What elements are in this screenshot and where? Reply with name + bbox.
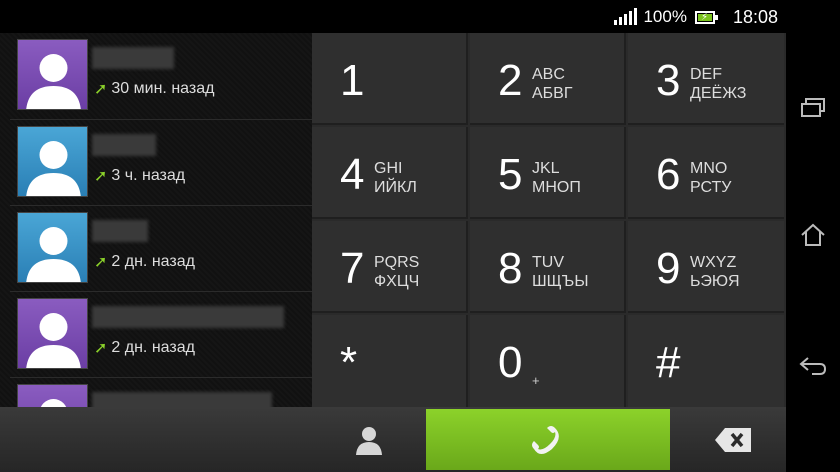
key-hash[interactable]: # <box>628 315 784 407</box>
status-bar: 100% ⚡ 18:08 <box>0 0 786 33</box>
key-letters: PQRS ФХЦЧ <box>374 254 420 290</box>
key-letters: TUV ШЩЪЫ <box>532 254 589 290</box>
default-contact-icon <box>40 399 67 407</box>
key-9[interactable]: 9 WXYZ ЬЭЮЯ <box>628 221 784 313</box>
key-plus: + <box>532 373 540 388</box>
key-0[interactable]: 0 + <box>470 315 626 407</box>
call-time: 3 ч. назад <box>111 167 186 184</box>
call-time: 2 дн. назад <box>111 253 195 270</box>
key-2[interactable]: 2 ABC АБВГ <box>470 33 626 125</box>
default-contact-icon <box>26 227 81 282</box>
contact-name-redacted <box>92 306 284 328</box>
call-log-item[interactable]: ➚ 3 ч. назад <box>10 119 312 205</box>
key-1[interactable]: 1 <box>312 33 468 125</box>
avatar <box>17 126 88 197</box>
call-log-item[interactable] <box>10 377 312 407</box>
call-time: 2 дн. назад <box>111 339 195 356</box>
bottom-action-bar <box>0 407 786 472</box>
call-log-list[interactable]: ➚ 30 мин. назад ➚ 3 ч. назад ➚ 2 дн. наз… <box>0 33 312 407</box>
key-4[interactable]: 4 GHI ИЙКЛ <box>312 127 468 219</box>
call-info: ➚ 3 ч. назад <box>94 166 185 186</box>
call-log-item[interactable]: ➚ 30 мин. назад <box>10 33 312 119</box>
key-letters: JKL МНОП <box>532 160 581 196</box>
avatar <box>17 212 88 283</box>
key-8[interactable]: 8 TUV ШЩЪЫ <box>470 221 626 313</box>
backspace-button[interactable] <box>680 407 786 472</box>
key-star[interactable]: * <box>312 315 468 407</box>
contact-name-redacted <box>92 392 272 407</box>
default-contact-icon <box>26 54 81 109</box>
navigation-bar <box>786 0 840 472</box>
back-icon <box>799 357 827 375</box>
call-info: ➚ 30 мин. назад <box>94 79 214 99</box>
key-3[interactable]: 3 DEF ДЕЁЖЗ <box>628 33 784 125</box>
contact-name-redacted <box>92 47 174 69</box>
recent-apps-button[interactable] <box>786 78 840 138</box>
back-button[interactable] <box>786 336 840 396</box>
call-button[interactable] <box>426 409 670 470</box>
call-log-item[interactable]: ➚ 2 дн. назад <box>10 205 312 291</box>
battery-charging-icon: ⚡ <box>694 10 718 24</box>
call-info: ➚ 2 дн. назад <box>94 338 195 358</box>
outgoing-call-icon: ➚ <box>94 81 108 98</box>
home-button[interactable] <box>786 205 840 265</box>
home-icon <box>801 223 825 246</box>
avatar <box>17 298 88 369</box>
contact-name-redacted <box>92 134 156 156</box>
clock: 18:08 <box>732 6 778 27</box>
outgoing-call-icon: ➚ <box>94 340 108 357</box>
key-6[interactable]: 6 MNO РСТУ <box>628 127 784 219</box>
phone-handset-icon <box>532 425 559 454</box>
person-icon <box>356 426 382 455</box>
key-letters: MNO РСТУ <box>690 160 732 196</box>
battery-percent: 100% <box>643 7 687 26</box>
default-contact-icon <box>26 141 81 196</box>
recent-apps-icon <box>801 98 825 117</box>
call-time: 30 мин. назад <box>111 80 215 97</box>
status-indicators: 100% ⚡ 18:08 <box>614 6 778 28</box>
key-letters: DEF ДЕЁЖЗ <box>690 66 747 102</box>
signal-icon <box>614 8 638 25</box>
call-log-item[interactable]: ➚ 2 дн. назад <box>10 291 312 377</box>
key-letters: GHI ИЙКЛ <box>374 160 417 196</box>
key-letters: ABC АБВГ <box>532 66 573 102</box>
outgoing-call-icon: ➚ <box>94 168 108 185</box>
avatar <box>17 39 88 110</box>
contact-name-redacted <box>92 220 148 242</box>
outgoing-call-icon: ➚ <box>94 254 108 271</box>
key-7[interactable]: 7 PQRS ФХЦЧ <box>312 221 468 313</box>
dialpad: 1 2 ABC АБВГ 3 DEF ДЕЁЖЗ 4 GHI ИЙКЛ 5 JK… <box>312 33 786 407</box>
backspace-icon <box>715 427 751 452</box>
key-5[interactable]: 5 JKL МНОП <box>470 127 626 219</box>
avatar <box>17 384 88 407</box>
key-letters: WXYZ ЬЭЮЯ <box>690 254 740 290</box>
default-contact-icon <box>26 313 81 368</box>
contacts-button[interactable] <box>312 407 426 472</box>
call-info: ➚ 2 дн. назад <box>94 252 195 272</box>
